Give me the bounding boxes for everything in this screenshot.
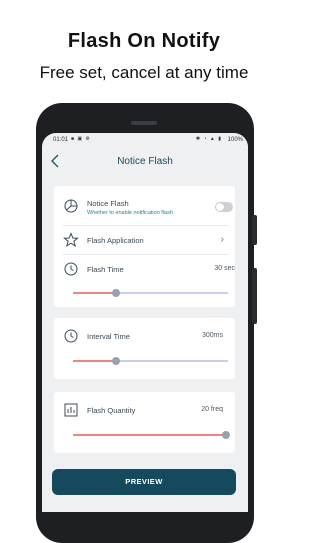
slider-thumb[interactable]	[112, 289, 121, 297]
promo-headline: Flash On Notify	[67, 30, 221, 52]
flash-quantity-value: 20 freq	[201, 406, 223, 413]
flash-quantity-row: Flash Quantity 20 freq	[54, 392, 235, 453]
chevron-right-icon: ›	[220, 234, 224, 245]
slider-thumb[interactable]	[222, 431, 231, 439]
slider-thumb[interactable]	[112, 357, 121, 365]
phone-volume-button	[252, 268, 257, 324]
status-time: 01:01	[53, 137, 69, 143]
flash-quantity-slider[interactable]	[73, 431, 231, 439]
notice-flash-row: Notice Flash Whether to enable notificat…	[54, 195, 235, 223]
interval-time-slider[interactable]	[73, 357, 228, 365]
phone-speaker	[131, 121, 157, 125]
promo-subline: Free set, cancel at any time	[39, 63, 249, 82]
interval-time-label: Interval Time	[87, 332, 130, 341]
page-title: Notice Flash	[117, 156, 173, 167]
flash-quantity-label: Flash Quantity	[87, 406, 136, 415]
phone-power-button	[252, 215, 257, 245]
slider-fill	[73, 292, 117, 294]
clock-icon	[64, 262, 78, 276]
flash-time-slider[interactable]	[73, 289, 228, 297]
phone-screen: 01:01 ■ ▣ ⚙ ✱ ◔ ▲ ▮ 100% Notice Flash No…	[42, 133, 248, 512]
flash-time-value: 30 sec	[214, 265, 235, 272]
app-bar: Notice Flash	[42, 147, 248, 177]
flash-application-row[interactable]: Flash Application ›	[54, 226, 235, 254]
slider-fill	[73, 434, 227, 436]
slider-fill	[73, 360, 117, 362]
star-icon	[63, 232, 79, 248]
divider	[62, 254, 229, 255]
flash-application-label: Flash Application	[87, 236, 144, 245]
battery-percent: 100%	[227, 137, 243, 143]
toggle-knob	[216, 203, 224, 211]
flash-time-row: Flash Time 30 sec	[54, 256, 235, 304]
flash-time-label: Flash Time	[87, 265, 124, 274]
notice-settings-card: Notice Flash Whether to enable notificat…	[54, 186, 235, 307]
clock-icon	[64, 329, 78, 343]
status-bar: 01:01 ■ ▣ ⚙ ✱ ◔ ▲ ▮ 100%	[42, 133, 248, 147]
interval-time-value: 300ms	[201, 332, 223, 339]
pie-chart-icon	[64, 199, 78, 213]
bar-chart-icon	[64, 403, 78, 417]
preview-button[interactable]: PREVIEW	[52, 469, 236, 495]
interval-time-row: Interval Time 300ms	[54, 318, 235, 379]
notice-flash-label: Notice Flash	[87, 199, 129, 208]
interval-time-card: Interval Time 300ms	[54, 318, 235, 379]
flash-quantity-card: Flash Quantity 20 freq	[54, 392, 235, 453]
signal-icons: ✱ ◔ ▲ ▮	[195, 136, 222, 142]
notice-flash-description: Whether to enable notification flash	[87, 210, 173, 216]
notification-icons: ■ ▣ ⚙	[71, 136, 92, 142]
notice-flash-toggle[interactable]	[215, 202, 233, 212]
